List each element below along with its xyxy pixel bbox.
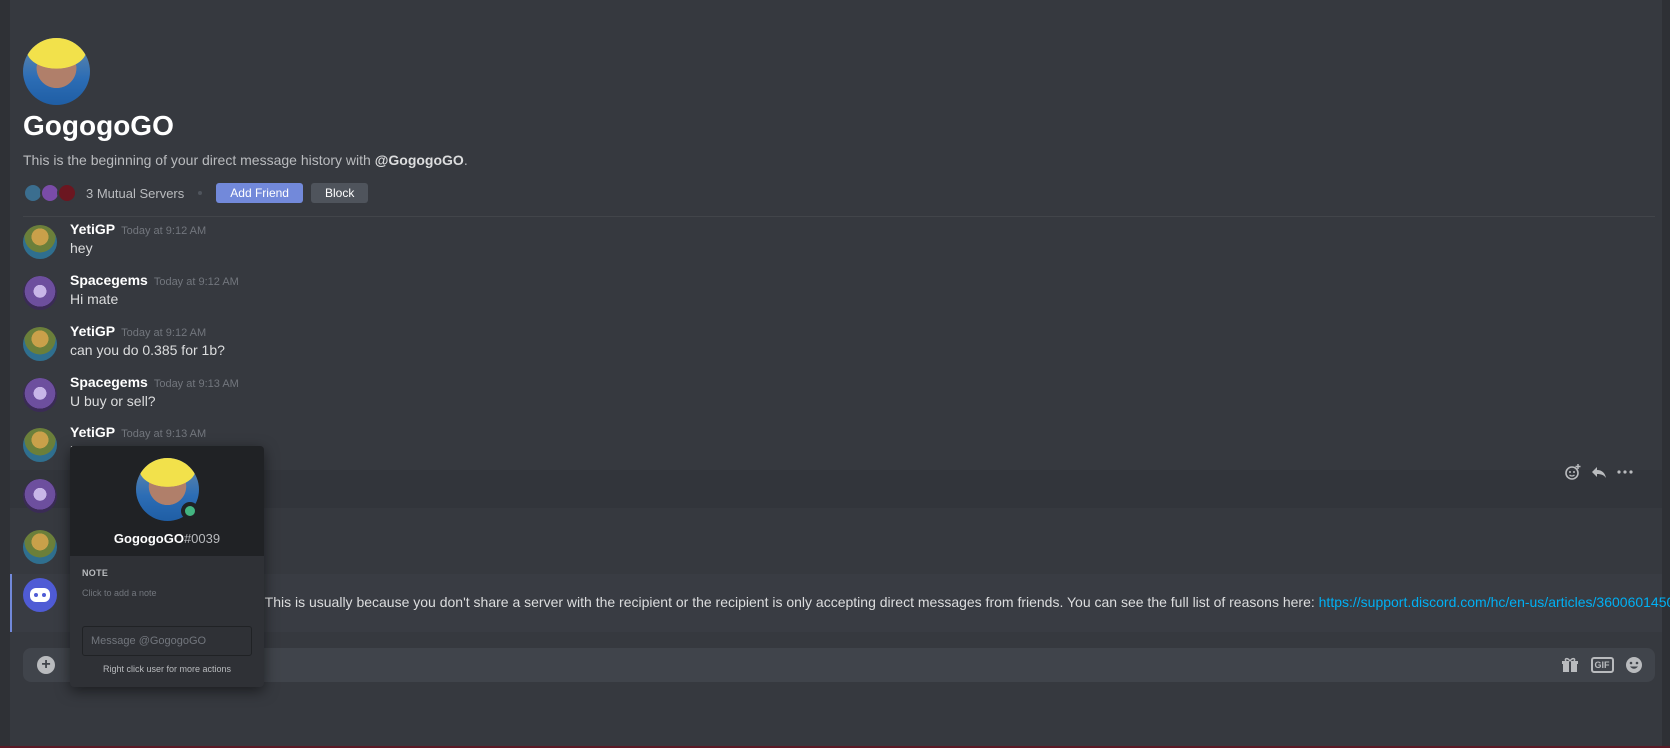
author-avatar[interactable] <box>23 530 57 564</box>
timestamp: Today at 9:12 AM <box>121 327 207 339</box>
popout-message-input[interactable] <box>82 626 252 656</box>
gif-label: GIF <box>1590 657 1614 673</box>
system-message-text: l. This is usually because you don't sha… <box>254 594 1670 610</box>
server-icon[interactable] <box>57 183 77 203</box>
reply-icon[interactable] <box>1586 459 1612 485</box>
popout-username[interactable]: GogogoGO#0039 <box>70 531 264 546</box>
chat-area: GogogoGO This is the beginning of your d… <box>10 0 1670 748</box>
recipient-name: GogogoGO <box>23 110 174 141</box>
recipient-avatar[interactable] <box>23 38 90 105</box>
timestamp: Today at 9:13 AM <box>153 378 239 390</box>
author-name[interactable]: YetiGP <box>70 323 115 339</box>
system-message-body: l. This is usually because you don't sha… <box>254 594 1319 610</box>
support-link[interactable]: https://support.discord.com/hc/en-us/art… <box>1319 594 1670 610</box>
intro-handle: @GogogoGO <box>374 152 464 168</box>
gift-icon[interactable] <box>1559 654 1581 676</box>
block-button[interactable]: Block <box>310 183 369 203</box>
timestamp: Today at 9:13 AM <box>121 428 207 440</box>
author-name[interactable]: YetiGP <box>70 424 115 440</box>
online-status-icon <box>181 502 199 520</box>
message-composer[interactable]: + GIF <box>23 648 1655 682</box>
author-avatar[interactable] <box>23 479 57 513</box>
more-options-icon[interactable] <box>1612 459 1638 485</box>
mutual-servers-row: 3 Mutual Servers Add Friend Block <box>23 182 369 204</box>
timestamp: Today at 9:12 AM <box>121 225 207 237</box>
author-avatar[interactable] <box>23 327 57 361</box>
author-name[interactable]: Spacegems <box>70 272 148 288</box>
message-actions-toolbar <box>1560 458 1638 486</box>
upload-plus-icon[interactable]: + <box>37 656 55 674</box>
message[interactable]: Spacegems Today at 9:12 AM Hi mate <box>10 269 1662 319</box>
mutual-servers-link[interactable]: 3 Mutual Servers <box>86 186 184 201</box>
author-name[interactable]: Spacegems <box>70 374 148 390</box>
scrollbar-track[interactable] <box>1662 0 1670 748</box>
add-friend-button[interactable]: Add Friend <box>216 183 303 203</box>
author-avatar[interactable] <box>23 378 57 412</box>
composer-buttons: GIF <box>1549 654 1645 676</box>
popout-hint: Right click user for more actions <box>102 664 232 674</box>
timestamp: Today at 9:12 AM <box>153 276 239 288</box>
message[interactable]: YetiGP Today at 9:12 AM hey <box>10 218 1662 268</box>
left-edge <box>0 0 10 748</box>
author-avatar[interactable] <box>23 428 57 462</box>
divider <box>23 216 1655 217</box>
note-label: NOTE <box>82 568 109 578</box>
intro-suffix: . <box>463 152 468 168</box>
author-row: Spacegems Today at 9:12 AM <box>70 272 239 288</box>
clyde-bot-avatar <box>23 578 57 612</box>
author-row: YetiGP Today at 9:12 AM <box>70 323 206 339</box>
username: GogogoGO <box>113 531 184 546</box>
author-name[interactable]: YetiGP <box>70 221 115 237</box>
dm-intro-description: This is the beginning of your direct mes… <box>23 152 468 168</box>
note-field[interactable]: Click to add a note <box>82 588 157 598</box>
add-reaction-icon[interactable] <box>1560 459 1586 485</box>
author-row: YetiGP Today at 9:13 AM <box>70 424 206 440</box>
author-avatar[interactable] <box>23 276 57 310</box>
message[interactable]: Spacegems Today at 9:13 AM U buy or sell? <box>10 371 1662 421</box>
author-avatar[interactable] <box>23 225 57 259</box>
author-row: YetiGP Today at 9:12 AM <box>70 221 206 237</box>
emoji-icon[interactable] <box>1623 654 1645 676</box>
message-text: can you do 0.385 for 1b? <box>70 342 225 358</box>
message-text: Hi mate <box>70 291 119 307</box>
gif-icon[interactable]: GIF <box>1590 654 1614 676</box>
discriminator: #0039 <box>183 531 221 546</box>
message[interactable]: YetiGP Today at 9:12 AM can you do 0.385 … <box>10 320 1662 370</box>
separator-dot <box>198 191 203 195</box>
message-text: U buy or sell? <box>70 393 156 409</box>
user-profile-popout: GogogoGO#0039 NOTE Click to add a note R… <box>70 446 264 687</box>
message-text: hey <box>70 240 93 256</box>
intro-prefix: This is the beginning of your direct mes… <box>23 152 375 168</box>
author-row: Spacegems Today at 9:13 AM <box>70 374 239 390</box>
